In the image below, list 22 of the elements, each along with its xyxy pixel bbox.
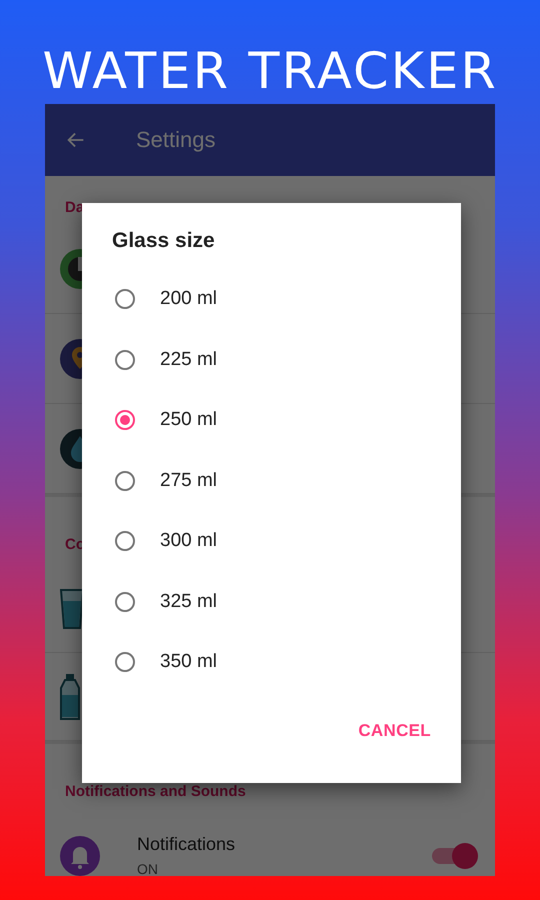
bottle-icon (60, 672, 82, 720)
option-label[interactable]: 300 ml (160, 530, 218, 552)
setting-title: Notifications (137, 834, 236, 855)
option-label[interactable]: 275 ml (160, 470, 218, 492)
radio-button[interactable] (115, 531, 135, 552)
radio-button[interactable] (115, 410, 135, 430)
dialog-title: Glass size (112, 229, 215, 253)
option-label[interactable]: 325 ml (160, 590, 218, 613)
radio-button[interactable] (115, 289, 135, 310)
screen-title: Settings (136, 127, 216, 153)
radio-button[interactable] (115, 652, 135, 672)
radio-button[interactable] (115, 350, 135, 370)
option-label[interactable]: 250 ml (160, 409, 218, 432)
section-header: Notifications and Sounds (65, 782, 246, 802)
setting-value: ON (137, 861, 159, 876)
radio-button[interactable] (115, 592, 135, 612)
option-label[interactable]: 225 ml (160, 348, 218, 371)
option-label[interactable]: 200 ml (160, 288, 218, 310)
radio-button[interactable] (115, 470, 135, 491)
glass-icon (60, 586, 82, 630)
option-label[interactable]: 350 ml (160, 651, 218, 674)
app-title: WATER TRACKER (42, 42, 498, 100)
